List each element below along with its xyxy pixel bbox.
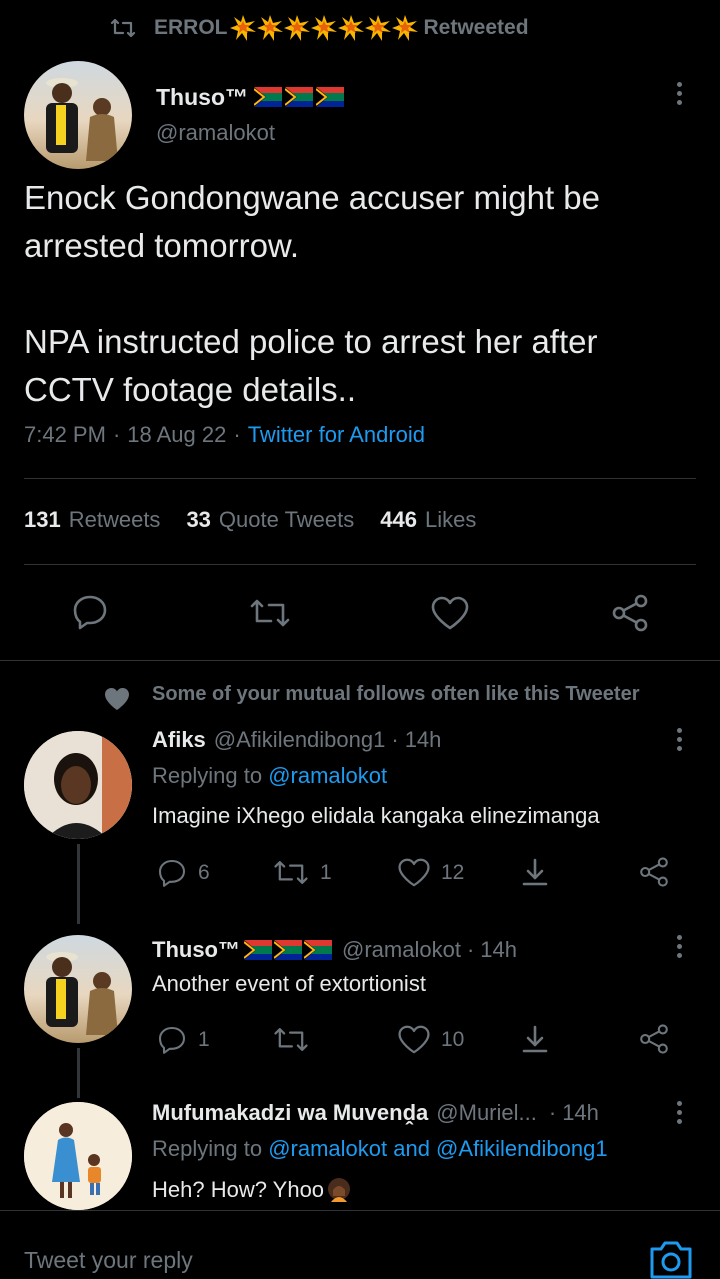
social-context: Some of your mutual follows often like t…	[152, 683, 640, 705]
avatar-photo	[46, 952, 118, 1035]
more-options-icon[interactable]	[677, 1101, 683, 1128]
tweet-text-line	[24, 270, 704, 318]
replying-to: Replying to @ramalokot	[152, 763, 388, 788]
reply-input-placeholder[interactable]: Tweet your reply	[24, 1247, 193, 1274]
more-options-icon[interactable]	[677, 728, 683, 755]
flag-emojis	[254, 87, 344, 107]
reply-action[interactable]: 1	[156, 1024, 210, 1056]
avatar[interactable]	[24, 1102, 132, 1210]
avatar[interactable]	[24, 731, 132, 839]
handle[interactable]: @ramalokot	[156, 120, 275, 146]
retweet-action[interactable]: 1	[272, 857, 332, 888]
avatar[interactable]	[24, 935, 132, 1043]
retweet-action[interactable]	[272, 1024, 320, 1055]
reply-time[interactable]: 14h	[562, 1100, 599, 1126]
reply-text: Imagine iXhego elidala kangaka elinezima…	[152, 803, 600, 828]
display-name[interactable]: Thuso™	[152, 937, 240, 963]
divider	[24, 564, 696, 565]
handle[interactable]: @Muriel...	[436, 1100, 537, 1126]
tweet-time[interactable]: 7:42 PM	[24, 422, 106, 448]
retweet-banner: ERROL Retweeted	[110, 14, 529, 42]
retweet-icon	[274, 1028, 308, 1051]
camera-icon[interactable]	[648, 1237, 694, 1279]
avatar-photo	[46, 78, 118, 161]
replying-to-link[interactable]: @ramalokot	[268, 763, 387, 788]
replying-to-link[interactable]: @ramalokot and @Afikilendibong1	[268, 1136, 607, 1161]
thread-line	[77, 1048, 80, 1098]
reply-count: 1	[198, 1028, 210, 1051]
replying-to: Replying to @ramalokot and @Afikilendibo…	[152, 1136, 608, 1161]
flag-emojis	[244, 940, 332, 960]
thread-line	[77, 844, 80, 924]
tweet-text: Enock Gondongwane accuser might be arres…	[24, 174, 704, 414]
display-name[interactable]: Thuso™	[156, 84, 248, 111]
reply-icon	[158, 1026, 186, 1054]
tweet-timestamp: 7:42 PM · 18 Aug 22 · Twitter for Androi…	[24, 422, 426, 448]
reply-action[interactable]: 6	[156, 857, 210, 889]
retweet-count: 1	[320, 860, 332, 884]
heart-filled-icon	[105, 688, 129, 710]
handle[interactable]: @Afikilendibong1	[214, 727, 386, 753]
tweet-source[interactable]: Twitter for Android	[248, 422, 425, 448]
likes-stat[interactable]: 446 Likes	[380, 507, 476, 533]
reply-icon	[158, 859, 186, 887]
divider	[24, 478, 696, 479]
reply-header: Thuso™ @ramalokot · 14h	[152, 937, 517, 963]
reply-text: Heh? How? Yhoo	[152, 1177, 325, 1202]
more-options-icon[interactable]	[677, 935, 683, 962]
like-icon	[398, 1025, 430, 1054]
reply-count: 6	[198, 861, 210, 884]
burst-emojis	[229, 15, 418, 41]
retweeter-name[interactable]: ERROL	[154, 16, 228, 40]
download-icon[interactable]	[519, 1023, 551, 1055]
like-count: 12	[441, 860, 465, 884]
tweet-date[interactable]: 18 Aug 22	[127, 422, 226, 448]
reply-header: Mufumakadzi wa Muvenḓa @Muriel... · 14h	[152, 1100, 599, 1126]
share-icon[interactable]	[638, 856, 670, 888]
retweet-icon[interactable]	[248, 595, 292, 631]
tweet-text-line: NPA instructed police to arrest her afte…	[24, 323, 598, 360]
tweet-text-line: Enock Gondongwane accuser might be	[24, 179, 601, 216]
display-name[interactable]: Mufumakadzi wa Muvenḓa	[152, 1100, 428, 1126]
retweet-icon	[110, 18, 136, 38]
retweeted-label: Retweeted	[423, 16, 529, 39]
share-icon[interactable]	[610, 594, 650, 632]
display-name[interactable]: Afiks	[152, 727, 206, 753]
retweet-icon	[274, 861, 308, 884]
like-action[interactable]: 10	[397, 1024, 464, 1055]
like-count: 10	[441, 1027, 465, 1051]
like-icon[interactable]	[430, 595, 470, 631]
reply-text: Another event of extortionist	[152, 971, 426, 996]
avatar-photo	[24, 731, 132, 839]
handle[interactable]: @ramalokot	[342, 937, 461, 963]
reply-time[interactable]: 14h	[405, 727, 442, 753]
reply-text-row: Heh? How? Yhoo	[152, 1176, 353, 1204]
like-icon	[398, 858, 430, 887]
share-icon[interactable]	[638, 1023, 670, 1055]
tweet-stats: 131 Retweets 33 Quote Tweets 446 Likes	[24, 507, 476, 533]
reply-header: Afiks @Afikilendibong1 · 14h	[152, 727, 442, 753]
avatar[interactable]	[24, 61, 132, 169]
download-icon[interactable]	[519, 856, 551, 888]
reply-icon[interactable]	[70, 592, 110, 632]
tweet-text-line: arrested tomorrow.	[24, 227, 300, 264]
tweet-text-line: CCTV footage details..	[24, 371, 356, 408]
avatar-illustration	[24, 1102, 132, 1210]
like-action[interactable]: 12	[397, 857, 464, 888]
retweets-stat[interactable]: 131 Retweets	[24, 507, 160, 533]
divider	[0, 660, 720, 661]
reply-composer[interactable]: Tweet your reply	[0, 1211, 720, 1279]
more-options-icon[interactable]	[677, 82, 683, 109]
reply-time[interactable]: 14h	[480, 937, 517, 963]
quote-tweets-stat[interactable]: 33 Quote Tweets	[186, 507, 354, 533]
facepalm-emoji-icon	[328, 1178, 351, 1202]
